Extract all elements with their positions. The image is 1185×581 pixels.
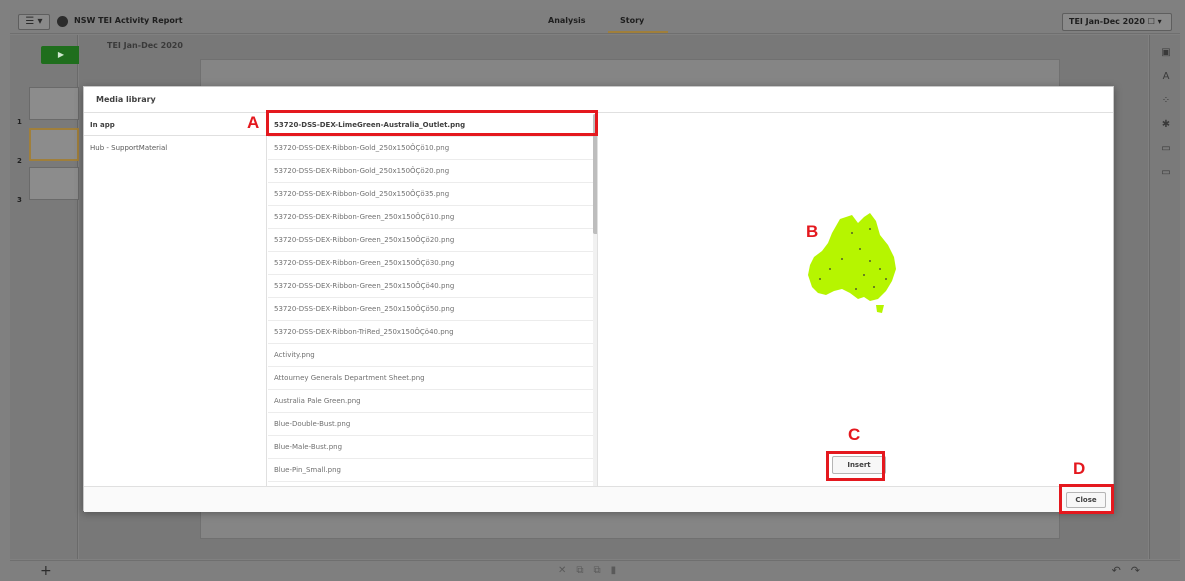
app-icon [57,16,68,27]
redo-icon[interactable]: ↷ [1131,564,1150,577]
sheet-icon[interactable]: ▣ [1160,47,1172,59]
file-item[interactable]: Blue-Double-Bust.png [268,413,594,436]
media-library-dialog: Media library In app Hub - SupportMateri… [83,86,1114,512]
callout-box-a [266,110,598,136]
slide-thumbnail-3[interactable] [29,167,79,200]
tasmania-shape [876,305,884,313]
tools-panel: ▣ A ⁘ ✱ ▭ ▭ [1149,35,1180,559]
story-title: TEI Jan-Dec 2020 [107,41,183,50]
folder-list: In app Hub - SupportMaterial [84,114,267,486]
hamburger-menu-button[interactable]: ☰ ▾ [18,14,50,30]
file-item[interactable]: 53720-DSS-DEX-Ribbon-Gold_250x150ÔÇö10.p… [268,137,594,160]
folder-in-app[interactable]: In app [84,114,266,136]
undo-redo: ↶↷ [1112,564,1150,577]
file-item[interactable]: 53720-DSS-DEX-Ribbon-Green_250x150ÔÇö20.… [268,229,594,252]
media-icon[interactable]: ▭ [1160,143,1172,155]
tab-story[interactable]: Story [620,16,644,25]
add-slide-button[interactable]: + [40,563,52,579]
file-item[interactable]: 53720-DSS-DEX-Ribbon-Green_250x150ÔÇö10.… [268,206,594,229]
file-list-scrollbar[interactable] [593,114,597,486]
file-item[interactable]: Blue-Pin_Small.png [268,459,594,482]
slide-panel: ▶ 1 2 3 [10,35,81,559]
undo-icon[interactable]: ↶ [1112,564,1131,577]
file-item[interactable]: 53720-DSS-DEX-Ribbon-Gold_250x150ÔÇö20.p… [268,160,594,183]
slide-thumbnail-2[interactable] [29,128,79,161]
callout-box-d [1059,484,1114,514]
text-icon[interactable]: A [1160,71,1172,83]
callout-label-c: C [848,425,861,444]
slide-number: 2 [17,157,22,165]
callout-label-d: D [1073,459,1086,478]
file-item[interactable]: 53720-DSS-DEX-Ribbon-TriRed_250x150ÔÇö40… [268,321,594,344]
file-item[interactable]: Australia Pale Green.png [268,390,594,413]
effects-icon[interactable]: ✱ [1160,119,1172,131]
bottom-toolbar: + ✕⧉⧉▮ ↶↷ [10,560,1180,581]
story-selector-dropdown[interactable]: TEI Jan-Dec 2020 ☐ ▾ [1062,13,1172,31]
callout-label-b: B [806,222,819,241]
file-item[interactable]: 53720-DSS-DEX-Ribbon-Gold_250x150ÔÇö35.p… [268,183,594,206]
callout-box-c [826,451,885,481]
slide-number: 3 [17,196,22,204]
slide-thumbnail-1[interactable] [29,87,79,120]
embed-icon[interactable]: ▭ [1160,167,1172,179]
dialog-title: Media library [96,95,156,104]
callout-label-a: A [247,113,260,132]
folder-hub-support-material[interactable]: Hub - SupportMaterial [84,137,266,159]
file-item[interactable]: 53720-DSS-DEX-Ribbon-Green_250x150ÔÇö30.… [268,252,594,275]
slide-number: 1 [17,118,22,126]
active-tab-indicator [608,31,668,33]
file-item[interactable]: 53720-DSS-DEX-Ribbon-Green_250x150ÔÇö50.… [268,298,594,321]
file-list: 53720-DSS-DEX-LimeGreen-Australia_Outlet… [268,114,598,486]
file-item[interactable]: Blue-Male-Bust.png [268,436,594,459]
play-story-button[interactable]: ▶ [41,46,81,64]
tab-analysis[interactable]: Analysis [548,16,586,25]
file-item[interactable]: Activity.png [268,344,594,367]
file-item[interactable]: Attourney Generals Department Sheet.png [268,367,594,390]
dialog-footer: Close [84,486,1113,512]
mainland-shape [808,213,896,301]
dialog-header: Media library [84,87,1113,113]
slide-tools-icons[interactable]: ✕⧉⧉▮ [558,565,626,576]
file-item[interactable]: 53720-DSS-DEX-Ribbon-Green_250x150ÔÇö40.… [268,275,594,298]
top-toolbar: ☰ ▾ NSW TEI Activity Report Analysis Sto… [10,10,1180,34]
shapes-icon[interactable]: ⁘ [1160,95,1172,107]
app-title: NSW TEI Activity Report [74,16,183,25]
